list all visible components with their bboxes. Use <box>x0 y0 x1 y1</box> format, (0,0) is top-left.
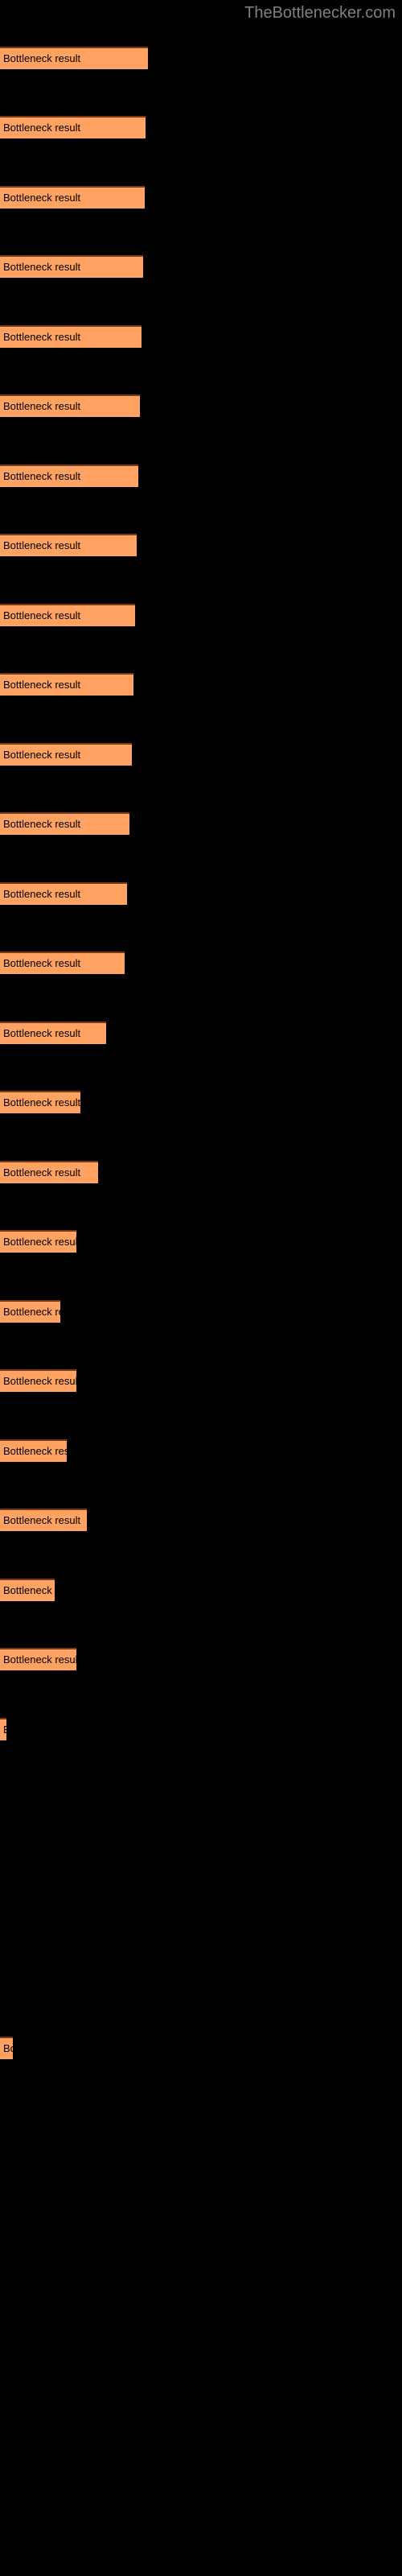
bar-label: Bottleneck result <box>3 888 81 900</box>
bar-label: Bottleneck result <box>3 1653 76 1666</box>
bar-label: Bottleneck result <box>3 539 81 551</box>
bottleneck-result-bar[interactable]: Bottleneck result <box>0 325 142 348</box>
bar-label: Bottleneck result <box>3 400 81 412</box>
bottleneck-result-bar[interactable]: Bottleneck result <box>0 1091 80 1113</box>
bar-label: Bottleneck result <box>3 749 81 761</box>
bottleneck-result-bar[interactable]: Bottleneck result <box>0 882 127 905</box>
bar-label: Bottleneck result <box>3 1584 55 1596</box>
bar-label: Bottleneck result <box>3 192 81 204</box>
page-root: TheBottlenecker.com Bottleneck result Bot… <box>0 0 402 2576</box>
bottleneck-result-bar[interactable]: Bottleneck result <box>0 1161 98 1183</box>
bar-label: Bottleneck result <box>3 261 81 273</box>
bottleneck-result-bar[interactable]: Bottleneck result <box>0 534 137 556</box>
bottleneck-result-bar[interactable]: Bottleneck result <box>0 1579 55 1601</box>
bar-label: Bottleneck result <box>3 52 81 64</box>
bottleneck-result-bar[interactable]: Bottleneck result <box>0 394 140 417</box>
bottleneck-result-bar[interactable]: Bottleneck result <box>0 952 125 974</box>
bottleneck-result-bar[interactable]: Bottleneck result <box>0 743 132 766</box>
bottleneck-result-bar[interactable]: Bottleneck result <box>0 1369 76 1392</box>
bottleneck-result-bar[interactable]: Bottleneck result <box>0 47 148 69</box>
bottleneck-result-bar[interactable]: Bottleneck result <box>0 1300 60 1323</box>
bottleneck-result-bar[interactable]: Bottleneck result <box>0 1718 6 1740</box>
bottleneck-result-bar[interactable]: Bottleneck result <box>0 255 143 278</box>
bottleneck-result-bar[interactable]: Bottleneck result <box>0 604 135 626</box>
bar-label: Bottleneck result <box>3 1514 81 1526</box>
bar-label: Bottleneck result <box>3 1375 76 1387</box>
bottleneck-result-bar[interactable]: Bottleneck result <box>0 186 145 208</box>
bottleneck-result-bar[interactable]: Bottleneck result <box>0 1022 106 1044</box>
bar-label: Bottleneck result <box>3 818 81 830</box>
bar-label: Bottleneck result <box>3 1166 81 1179</box>
bar-label: Bottleneck result <box>3 957 81 969</box>
bar-label: Bottleneck result <box>3 679 81 691</box>
bottleneck-result-bar[interactable]: Bottleneck result <box>0 116 146 138</box>
bar-label: Bottleneck result <box>3 2042 13 2054</box>
bar-label: Bottleneck result <box>3 1236 76 1248</box>
bottleneck-result-bar[interactable]: Bottleneck result <box>0 673 133 696</box>
bottleneck-result-bar[interactable]: Bottleneck result <box>0 2037 13 2059</box>
bottleneck-result-bar[interactable]: Bottleneck result <box>0 1230 76 1253</box>
bottleneck-result-bar[interactable]: Bottleneck result <box>0 1509 87 1531</box>
bar-label: Bottleneck result <box>3 1027 81 1039</box>
bar-label: Bottleneck result <box>3 1445 67 1457</box>
bar-label: Bottleneck result <box>3 1724 6 1736</box>
bottleneck-result-bar[interactable]: Bottleneck result <box>0 812 129 835</box>
bottleneck-result-bar[interactable]: Bottleneck result <box>0 1439 67 1462</box>
bar-label: Bottleneck result <box>3 1096 80 1108</box>
bar-label: Bottleneck result <box>3 122 81 134</box>
bottleneck-result-bar[interactable]: Bottleneck result <box>0 464 138 487</box>
bottleneck-result-bar[interactable]: Bottleneck result <box>0 1648 76 1670</box>
bar-label: Bottleneck result <box>3 331 81 343</box>
bar-label: Bottleneck result <box>3 470 81 482</box>
bar-label: Bottleneck result <box>3 1306 60 1318</box>
bottleneck-bar-chart: Bottleneck result Bottleneck result Bottle… <box>0 0 402 2576</box>
bar-label: Bottleneck result <box>3 609 81 621</box>
